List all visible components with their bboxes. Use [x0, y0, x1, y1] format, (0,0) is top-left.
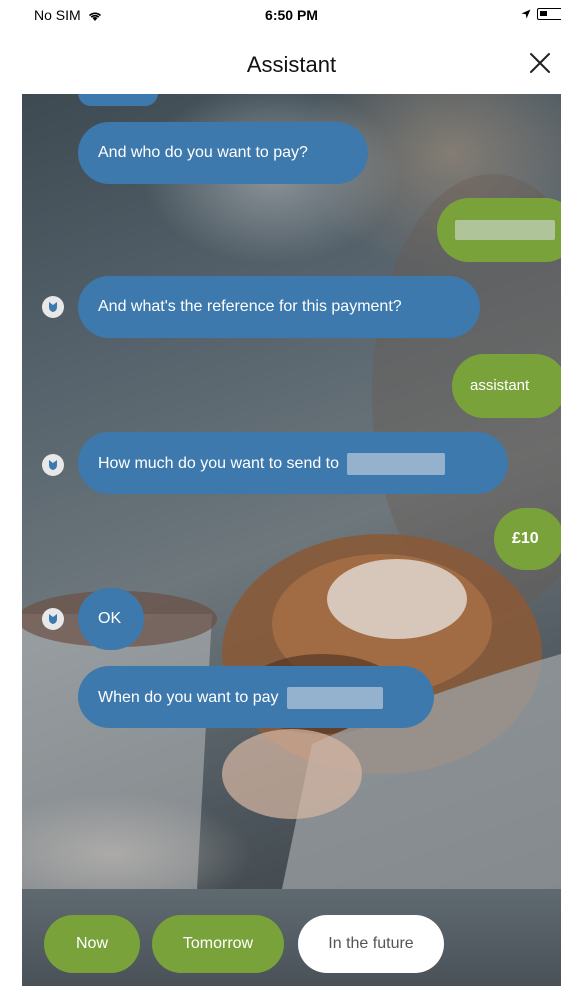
assistant-avatar-icon	[42, 454, 64, 476]
message-text: OK	[98, 610, 122, 627]
message-text: And who do you want to pay?	[98, 144, 308, 161]
assistant-avatar-icon	[42, 296, 64, 318]
quick-reply-label: Tomorrow	[182, 935, 254, 952]
chat-area[interactable]: And who do you want to pay? And what's t…	[22, 94, 561, 889]
user-message	[437, 198, 561, 262]
message-text: assistant	[470, 377, 530, 394]
redacted-text	[287, 687, 384, 709]
user-message: £10	[494, 508, 561, 570]
nav-bar: Assistant	[22, 30, 561, 94]
assistant-message: How much do you want to send to	[78, 432, 508, 494]
page-title: Assistant	[246, 52, 337, 77]
message-text: When do you want to pay	[98, 689, 279, 707]
quick-reply-tomorrow[interactable]: Tomorrow	[152, 915, 284, 973]
battery-icon	[537, 8, 561, 20]
quick-reply-in-the-future[interactable]: In the future	[298, 915, 444, 973]
close-icon[interactable]	[523, 46, 557, 80]
message-bubble-partial	[78, 94, 158, 106]
status-time: 6:50 PM	[265, 7, 318, 23]
quick-reply-bar: Now Tomorrow In the future	[22, 889, 561, 986]
redacted-text	[347, 453, 446, 475]
assistant-message: When do you want to pay	[78, 666, 434, 728]
message-text: £10	[512, 530, 539, 547]
phone-screen: No SIM 6:50 PM Assistant And who do you …	[22, 0, 561, 986]
quick-reply-label: In the future	[328, 935, 414, 952]
user-message: assistant	[452, 354, 561, 418]
message-text: And what's the reference for this paymen…	[98, 298, 402, 315]
quick-reply-now[interactable]: Now	[44, 915, 140, 973]
status-right-icons	[521, 6, 561, 22]
assistant-message: OK	[78, 588, 144, 650]
quick-reply-label: Now	[75, 935, 108, 952]
assistant-avatar-icon	[42, 608, 64, 630]
assistant-message: And what's the reference for this paymen…	[78, 276, 480, 338]
assistant-message: And who do you want to pay?	[78, 122, 368, 184]
message-text: How much do you want to send to	[98, 455, 340, 473]
status-bar: No SIM 6:50 PM	[22, 0, 561, 30]
redacted-text	[455, 220, 555, 240]
location-icon	[521, 9, 531, 19]
